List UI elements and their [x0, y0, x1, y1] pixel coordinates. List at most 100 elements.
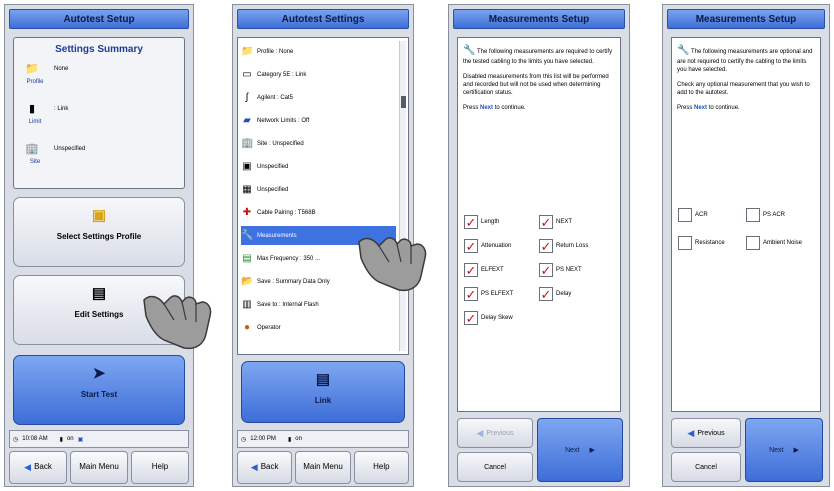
summary-row-site: 🏢 Site Unspecified: [20, 142, 85, 165]
site-building-icon: 🏢: [25, 143, 39, 155]
link-button[interactable]: ▤ Link: [241, 361, 405, 423]
required-measurements-list: ✓ Length ✓ NEXT ✓ Attenuation ✓ Return Loss …: [464, 213, 614, 327]
bottom-bar: ◀ Back Main Menu Help: [237, 451, 409, 484]
pointing-hand-icon: [358, 237, 427, 292]
previous-button[interactable]: ◀ Previous: [457, 418, 533, 448]
settings-item-unspecified-1[interactable]: ▣ Unspecified: [241, 157, 396, 176]
settings-item-category[interactable]: ▭ Category 5E : Link: [241, 65, 396, 84]
checkmark-icon: ✓: [464, 310, 478, 326]
save-disk-icon: ▣: [77, 436, 84, 443]
next-button[interactable]: Next ▶: [745, 418, 823, 482]
optional-measurements-list: ACR PS ACR Resistance Ambient Noise: [678, 206, 814, 252]
status-time: 10:08 AM: [22, 436, 48, 442]
previous-arrow-icon: ◀: [476, 427, 484, 438]
back-arrow-icon: ◀: [250, 461, 258, 472]
checkbox-ps-elfext[interactable]: ✓ PS ELFEXT: [464, 285, 539, 303]
checkbox-elfext[interactable]: ✓ ELFEXT: [464, 261, 539, 279]
checkmark-icon: ✓: [539, 214, 553, 230]
settings-item-save-to[interactable]: ▥ Save to : Internal Flash: [241, 295, 396, 314]
back-button[interactable]: ◀ Back: [237, 451, 293, 484]
main-menu-button[interactable]: Main Menu: [295, 451, 351, 484]
profile-folder-icon: 📁: [241, 45, 254, 57]
checkmark-icon: ✓: [539, 262, 553, 278]
status-bar: ◷ 12:00 PM ▮ on: [237, 430, 409, 448]
screen-title: Autotest Setup: [9, 9, 189, 29]
measurements-setup-optional-screen: Measurements Setup 🔧 The following measu…: [662, 4, 830, 487]
checkmark-icon: ✓: [464, 286, 478, 302]
cancel-button[interactable]: Cancel: [457, 452, 533, 482]
settings-item-unspecified-2[interactable]: ▦ Unspecified: [241, 180, 396, 199]
cancel-button[interactable]: Cancel: [671, 452, 741, 482]
checkbox-attenuation[interactable]: ✓ Attenuation: [464, 237, 539, 255]
checkbox-length[interactable]: ✓ Length: [464, 213, 539, 231]
status-battery: on: [295, 436, 302, 442]
back-button[interactable]: ◀ Back: [9, 451, 67, 484]
main-menu-button[interactable]: Main Menu: [70, 451, 128, 484]
checkbox-delay-skew[interactable]: ✓ Delay Skew: [464, 309, 539, 327]
bottom-bar: ◀ Back Main Menu Help: [9, 451, 189, 484]
checkbox-ps-next[interactable]: ✓ PS NEXT: [539, 261, 614, 279]
settings-item-cable-pairing[interactable]: ✚ Cable Pairing : T568B: [241, 203, 396, 222]
checkmark-icon: ✓: [464, 238, 478, 254]
select-settings-profile-button[interactable]: ▣ Select Settings Profile: [13, 197, 185, 267]
settings-item-profile[interactable]: 📁 Profile : None: [241, 42, 396, 61]
start-test-icon: ➤: [92, 365, 106, 382]
checkbox-resistance[interactable]: Resistance: [678, 234, 746, 252]
autotest-setup-screen: Autotest Setup Settings Summary 📁 Profil…: [4, 4, 194, 487]
cable-pairing-icon: ✚: [242, 206, 252, 218]
checkbox-return-loss[interactable]: ✓ Return Loss: [539, 237, 614, 255]
settings-summary-title: Settings Summary: [55, 44, 143, 55]
profile-folder-icon: ▣: [91, 207, 107, 224]
checkbox-delay[interactable]: ✓ Delay: [539, 285, 614, 303]
checkbox-acr[interactable]: ACR: [678, 206, 746, 224]
next-button[interactable]: Next ▶: [537, 418, 623, 482]
limit-icon: ▮: [28, 103, 36, 115]
battery-icon: ▮: [287, 436, 292, 443]
operator-person-icon: ●: [243, 321, 251, 333]
link-icon: ▤: [315, 371, 331, 388]
frequency-icon: ▤: [242, 252, 252, 264]
settings-item-operator[interactable]: ● Operator: [241, 318, 396, 337]
screen-title: Measurements Setup: [453, 9, 625, 29]
back-arrow-icon: ◀: [24, 461, 32, 472]
measurements-panel: 🔧 The following measurements are optiona…: [671, 37, 821, 412]
disabled-info-text: Disabled measurements from this list wil…: [463, 73, 609, 96]
optional-info-text: The following measurements are optional …: [677, 49, 813, 73]
settings-item-site[interactable]: 🏢 Site : Unspecified: [241, 134, 396, 153]
clock-icon: ◷: [13, 436, 19, 443]
battery-icon: ▮: [59, 436, 63, 443]
checkbox-next[interactable]: ✓ NEXT: [539, 213, 614, 231]
wrench-icon: 🔧: [677, 45, 690, 56]
next-arrow-icon: ▶: [589, 447, 595, 454]
operator-icon: ▣: [242, 160, 252, 172]
screen-title: Autotest Settings: [237, 9, 409, 29]
wrench-icon: 🔧: [463, 45, 476, 56]
scroll-thumb[interactable]: [401, 96, 406, 108]
plug-icon: ʃ: [245, 91, 249, 103]
start-test-button[interactable]: ➤ Start Test: [13, 355, 185, 425]
summary-row-limit: ▮ Limit : Link: [20, 102, 69, 125]
screen-title: Measurements Setup: [667, 9, 825, 29]
clock-icon: ◷: [241, 436, 247, 443]
save-folder-icon: 📂: [241, 275, 254, 287]
profile-folder-icon: 📁: [25, 63, 39, 75]
settings-item-agilent[interactable]: ʃ Agilent : Cat5: [241, 88, 396, 107]
status-time: 12:00 PM: [250, 436, 276, 442]
list-scrollbar[interactable]: [399, 41, 406, 351]
category-cable-icon: ▭: [242, 68, 252, 80]
check-optional-text: Check any optional measurement that you …: [677, 81, 810, 96]
checkmark-icon: ✓: [539, 286, 553, 302]
required-info-text: The following measurements are required …: [463, 49, 613, 65]
measurements-setup-required-screen: Measurements Setup 🔧 The following measu…: [448, 4, 630, 487]
checkbox-ambient-noise[interactable]: Ambient Noise: [746, 234, 814, 252]
previous-arrow-icon: ◀: [687, 427, 695, 438]
press-next-text: Press Next to continue.: [677, 104, 740, 111]
settings-summary-panel: Settings Summary 📁 Profile None ▮ Limit …: [13, 37, 185, 189]
previous-button[interactable]: ◀ Previous: [671, 418, 741, 448]
help-button[interactable]: Help: [353, 451, 409, 484]
record-icon: ▦: [242, 183, 252, 195]
site-building-icon: 🏢: [241, 137, 254, 149]
help-button[interactable]: Help: [131, 451, 189, 484]
settings-item-network-limits[interactable]: ▰ Network Limits : Off: [241, 111, 396, 130]
checkbox-ps-acr[interactable]: PS ACR: [746, 206, 814, 224]
